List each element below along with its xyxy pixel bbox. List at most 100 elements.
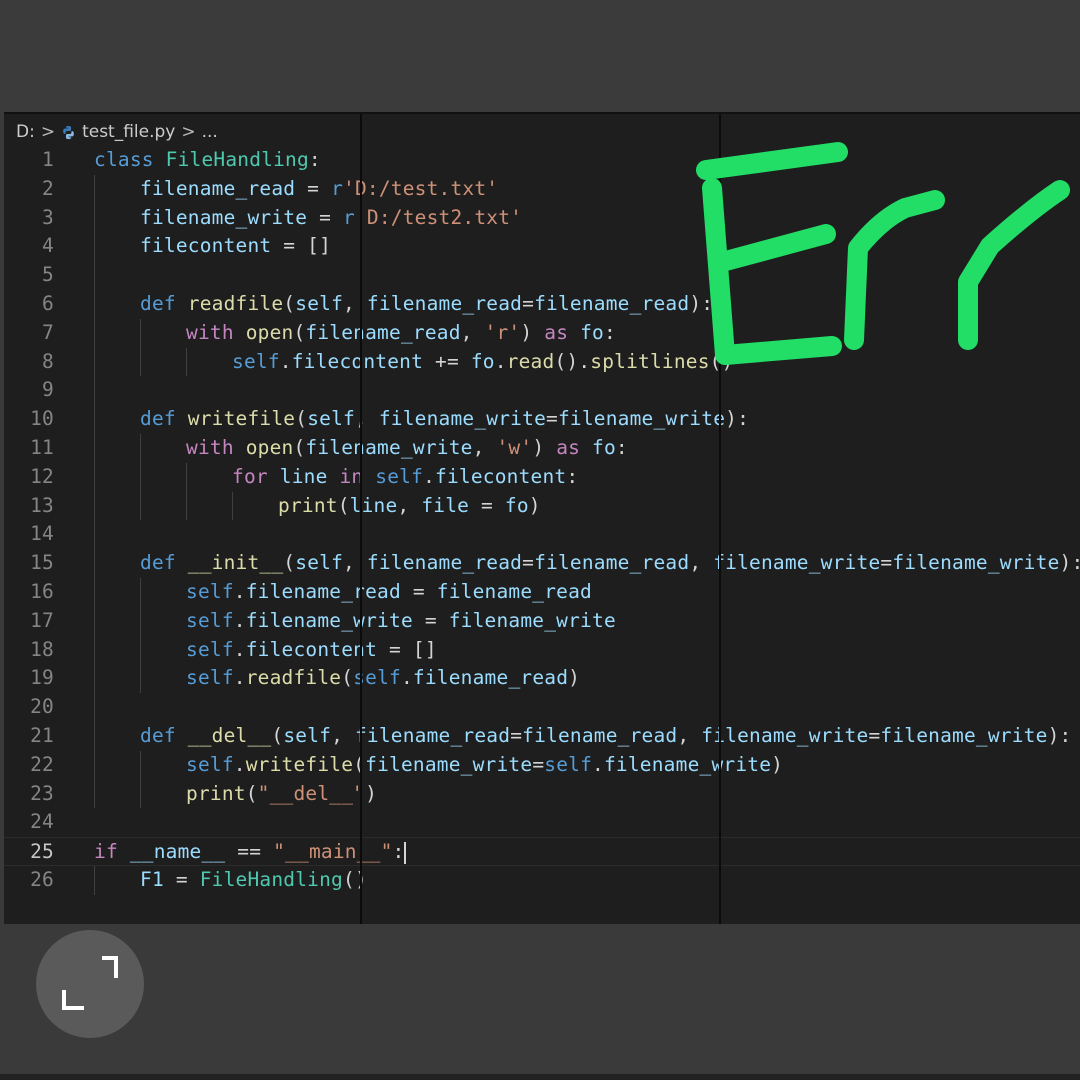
indent-guide	[94, 347, 95, 377]
code-line[interactable]: 6 def readfile(self, filename_read=filena…	[4, 289, 1080, 319]
code-text: filename_write = r'D:/test2.txt'	[140, 204, 522, 233]
code-editor[interactable]: D: > test_file.py > ... 1 class FileHandl…	[4, 112, 1080, 924]
code-token: .	[233, 637, 246, 661]
code-token: )	[771, 752, 784, 776]
code-token: def	[140, 723, 188, 747]
code-token: =	[400, 579, 437, 603]
line-number: 5	[42, 263, 54, 287]
code-line[interactable]: 22 self.writefile(filename_write=self.fil…	[4, 750, 1080, 780]
code-text: class FileHandling:	[94, 146, 321, 175]
indent-guide	[94, 549, 95, 578]
code-line[interactable]: 17 self.filename_write = filename_write	[4, 606, 1080, 636]
indent-guide	[140, 635, 141, 665]
indent-guide	[94, 174, 95, 204]
code-token: def	[140, 551, 188, 575]
code-line[interactable]: 20	[4, 693, 1080, 722]
python-file-icon	[61, 125, 76, 140]
code-token: self	[186, 579, 234, 603]
line-number: 17	[30, 608, 54, 632]
code-token: "__del__"	[257, 781, 366, 805]
expand-button[interactable]	[36, 930, 144, 1038]
indent-guide	[94, 606, 95, 636]
indent-guide	[94, 664, 95, 694]
code-line[interactable]: 23 print("__del__")	[4, 779, 1080, 809]
indent-guide	[140, 347, 141, 377]
code-token: )	[528, 493, 541, 517]
code-token: self	[232, 349, 280, 373]
line-number: 11	[30, 435, 54, 459]
indent-guide	[94, 721, 95, 751]
code-token: :	[392, 840, 405, 864]
code-line[interactable]: 21 def __del__(self, filename_read=filena…	[4, 721, 1080, 751]
code-token: .	[279, 349, 292, 373]
code-token: filename_write	[880, 723, 1048, 747]
indent-guide	[140, 577, 141, 607]
code-line[interactable]: 10 def writefile(self, filename_write=fil…	[4, 405, 1080, 434]
code-token: =	[510, 723, 523, 747]
code-line[interactable]: 25 if __name__ == "__main__":	[4, 837, 1080, 866]
code-token: (	[283, 551, 296, 575]
code-line[interactable]: 13 print(line, file = fo)	[4, 491, 1080, 521]
code-token: F1	[140, 867, 164, 891]
code-token: self	[295, 291, 344, 315]
code-line[interactable]: 9	[4, 376, 1080, 406]
code-token: = []	[271, 234, 332, 258]
code-line[interactable]: 4 filecontent = []	[4, 232, 1080, 262]
indent-guide	[140, 606, 141, 636]
code-token: if	[94, 840, 130, 864]
code-token: filecontent	[291, 349, 424, 373]
code-line[interactable]: 18 self.filecontent = []	[4, 635, 1080, 665]
code-token: .	[592, 752, 604, 776]
code-token: ):	[689, 291, 714, 315]
code-line[interactable]: 14	[4, 520, 1080, 550]
line-number: 9	[42, 378, 54, 402]
code-token: FileHandling	[199, 867, 343, 891]
indent-guide	[140, 491, 141, 521]
code-token: ,	[343, 291, 367, 315]
code-line[interactable]: 15 def __init__(self, filename_read=filen…	[4, 549, 1080, 578]
code-line[interactable]: 11 with open(filename_write, 'w') as fo:	[4, 433, 1080, 463]
code-text: with open(filename_write, 'w') as fo:	[186, 434, 628, 463]
indent-guide	[94, 318, 95, 348]
line-number: 4	[42, 234, 54, 258]
code-token: def	[140, 407, 188, 431]
code-token: for	[232, 464, 280, 488]
line-number: 26	[30, 867, 54, 891]
line-number: 2	[42, 176, 54, 200]
code-token: self	[544, 752, 593, 776]
code-line[interactable]: 16 self.filename_read = filename_read	[4, 577, 1080, 607]
code-line[interactable]: 19 self.readfile(self.filename_read)	[4, 664, 1080, 694]
code-line[interactable]: 8 self.filecontent += fo.read().splitline…	[4, 347, 1080, 377]
code-token: filecontent	[435, 464, 567, 488]
code-token: =	[412, 608, 449, 632]
code-area[interactable]: 1 class FileHandling: 2 filename_read = r'D…	[4, 146, 1080, 895]
expand-icon	[62, 956, 118, 1010]
indent-guide	[94, 203, 95, 233]
code-line[interactable]: 1 class FileHandling:	[4, 146, 1080, 175]
breadcrumb-file[interactable]: test_file.py	[82, 122, 175, 142]
code-line[interactable]: 5	[4, 261, 1080, 290]
code-token: filename_write	[603, 752, 772, 776]
code-token: print	[186, 781, 246, 805]
code-text: self.filename_write = filename_write	[186, 607, 616, 636]
code-token: self	[295, 551, 344, 575]
code-line[interactable]: 7 with open(filename_read, 'r') as fo:	[4, 318, 1080, 348]
code-line[interactable]: 3 filename_write = r'D:/test2.txt'	[4, 203, 1080, 233]
code-token: .	[233, 579, 246, 603]
code-token: )	[365, 781, 378, 805]
code-line[interactable]: 12 for line in self.filecontent:	[4, 462, 1080, 492]
breadcrumb-more[interactable]: ...	[202, 122, 218, 142]
code-line[interactable]: 24	[4, 808, 1080, 837]
code-line[interactable]: 26 F1 = FileHandling()	[4, 865, 1080, 895]
indent-guide	[94, 433, 95, 463]
code-token: ,	[331, 723, 355, 747]
split-divider-right[interactable]	[719, 114, 721, 924]
code-token: filename_write	[245, 608, 413, 632]
code-line[interactable]: 2 filename_read = r'D:/test.txt'	[4, 174, 1080, 204]
indent-guide	[186, 347, 187, 377]
code-token: filename_read	[522, 723, 678, 747]
breadcrumb-drive[interactable]: D:	[16, 122, 35, 142]
code-token: self	[186, 752, 234, 776]
code-token: as	[556, 435, 593, 459]
split-divider-left[interactable]	[360, 114, 362, 924]
